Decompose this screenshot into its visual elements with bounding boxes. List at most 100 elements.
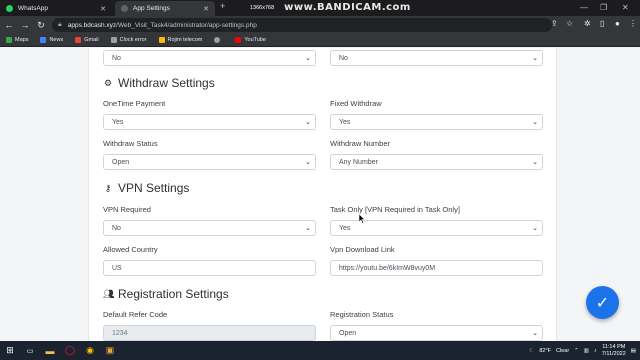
bookmark-gmail[interactable]: Gmail: [75, 37, 99, 43]
browser-tab-strip: WhatsApp ✕ App Settings ✕ + 1366x768 www…: [0, 0, 640, 16]
fixed-withdraw-label: Fixed Withdraw: [330, 99, 382, 108]
vpn-required-label: VPN Required: [103, 205, 151, 214]
windows-start-icon[interactable]: ⊞: [0, 341, 20, 360]
save-button[interactable]: ✓: [586, 286, 619, 319]
onetime-payment-select[interactable]: Yes ⌄: [103, 114, 316, 130]
recording-resolution: 1366x768: [250, 4, 275, 11]
default-refer-code-input[interactable]: 1234: [103, 325, 316, 341]
bookmark-rojim-telecom[interactable]: Rojim telecom: [158, 37, 202, 43]
bookmark-settings[interactable]: [214, 37, 223, 43]
extensions-icon[interactable]: ✲: [584, 19, 591, 28]
gmail-icon: [75, 37, 82, 43]
registration-status-label: Registration Status: [330, 310, 394, 319]
url-path: /Web_Visit_Task4/administrator/app-setti…: [116, 21, 257, 29]
chevron-down-icon: ⌄: [532, 55, 538, 62]
bookmarks-bar: Maps News Gmail Clock error Rojim teleco…: [0, 34, 640, 47]
chevron-down-icon: ⌄: [532, 119, 538, 126]
star-icon[interactable]: ☆: [566, 19, 573, 28]
lock-icon: 🔒︎: [58, 21, 62, 28]
withdraw-status-select[interactable]: Open ⌄: [103, 154, 316, 170]
browser-toolbar: ← → ↻ 🔒︎ apps.bdcash.xyz /Web_Visit_Task…: [0, 16, 640, 34]
share-icon[interactable]: ⇪: [551, 19, 558, 28]
task-only-label: Task Only [VPN Required in Task Only]: [330, 205, 460, 214]
withdraw-settings-heading: ⚙ Withdraw Settings: [103, 76, 215, 90]
back-icon[interactable]: ←: [2, 20, 16, 30]
text-cursor: [359, 214, 365, 224]
news-icon: [40, 37, 47, 43]
withdraw-status-label: Withdraw Status: [103, 139, 158, 148]
bookmark-maps[interactable]: Maps: [6, 37, 28, 43]
system-tray: ☾ 82°F Clear ⌃ ▥ ♪ 11:14 PM 7/11/2022 ▤: [524, 341, 636, 360]
bandicam-icon[interactable]: ▣: [100, 341, 120, 360]
gear-icon: ⚙: [103, 77, 113, 88]
url-domain: apps.bdcash.xyz: [67, 21, 117, 29]
weather-temperature: 82°F: [539, 347, 552, 354]
registration-status-select[interactable]: Open ⌄: [330, 325, 543, 341]
onetime-payment-label: OneTime Payment: [103, 99, 166, 108]
chevron-down-icon: ⌄: [305, 159, 311, 166]
top-right-select[interactable]: No ⌄: [330, 50, 543, 66]
allowed-country-input[interactable]: US: [103, 260, 316, 276]
vpn-download-link-label: Vpn Download Link: [330, 245, 395, 254]
vpn-settings-heading: ⚷ VPN Settings: [104, 181, 190, 195]
maximize-icon[interactable]: ❐: [600, 3, 607, 12]
chevron-down-icon: ⌄: [532, 159, 538, 166]
taskbar-clock[interactable]: 11:14 PM 7/11/2022: [602, 344, 626, 358]
chevron-down-icon: ⌄: [532, 225, 538, 232]
tab-whatsapp[interactable]: WhatsApp ✕: [0, 1, 112, 16]
clock-date: 7/11/2022: [601, 350, 626, 357]
bandicam-watermark: 1366x768 www.BANDICAM.com: [250, 0, 450, 15]
default-refer-code-label: Default Refer Code: [103, 310, 168, 319]
page-icon: [110, 37, 117, 43]
window-close-icon[interactable]: ✕: [622, 3, 629, 12]
bookmark-clock-error[interactable]: Clock error: [110, 37, 147, 43]
bookmark-youtube[interactable]: YouTube: [235, 37, 266, 43]
tab-title: WhatsApp: [18, 5, 48, 12]
top-left-select[interactable]: No ⌄: [103, 50, 316, 66]
weather-description: Clear: [556, 347, 570, 354]
windows-taskbar: ⊞ ▭ ▬ ◯ ◉ ▣ ☾ 82°F Clear ⌃ ▥ ♪ 11:14 PM …: [0, 341, 640, 360]
forward-icon[interactable]: →: [18, 20, 32, 30]
vpn-download-link-input[interactable]: https://youtu.be/6kImW8vuy0M: [330, 260, 543, 276]
minimize-icon[interactable]: —: [580, 3, 588, 12]
allowed-country-label: Allowed Country: [103, 245, 158, 254]
file-explorer-icon[interactable]: ▬: [40, 341, 60, 360]
page-icon: [158, 37, 165, 43]
chevron-down-icon: ⌄: [305, 119, 311, 126]
reload-icon[interactable]: ↻: [34, 20, 48, 31]
youtube-icon: [235, 37, 242, 43]
profile-icon[interactable]: ●: [615, 19, 620, 28]
tab-app-settings[interactable]: App Settings ✕: [115, 1, 215, 16]
whatsapp-icon: [6, 5, 13, 12]
address-bar[interactable]: 🔒︎ apps.bdcash.xyz /Web_Visit_Task4/admi…: [52, 18, 552, 32]
fixed-withdraw-select[interactable]: Yes ⌄: [330, 114, 543, 130]
bandicam-logo: www.BANDICAM.com: [284, 2, 411, 13]
opera-icon[interactable]: ◯: [60, 341, 80, 360]
vpn-required-select[interactable]: No ⌄: [103, 220, 316, 236]
gear-icon: [214, 37, 221, 43]
volume-icon[interactable]: ♪: [594, 348, 597, 354]
task-view-icon[interactable]: ▭: [20, 341, 40, 360]
check-icon: ✓: [595, 294, 610, 312]
clock-time: 11:14 PM: [602, 343, 626, 350]
new-tab-button[interactable]: +: [220, 1, 225, 11]
chrome-icon[interactable]: ◉: [80, 341, 100, 360]
bookmark-news[interactable]: News: [40, 37, 63, 43]
sidebar-icon[interactable]: ▯: [600, 19, 604, 28]
maps-icon: [6, 37, 12, 43]
chevron-down-icon: ⌄: [532, 330, 538, 337]
page-icon: [121, 5, 128, 12]
weather-icon: ☾: [529, 347, 535, 354]
tab-title: App Settings: [133, 5, 170, 12]
network-icon[interactable]: ▥: [584, 348, 589, 354]
close-icon[interactable]: ✕: [203, 5, 209, 13]
notifications-icon[interactable]: ▤: [631, 348, 636, 354]
withdraw-number-select[interactable]: Any Number ⌄: [330, 154, 543, 170]
key-icon: ⚷: [104, 182, 112, 193]
user-plus-icon: 👥︎: [103, 288, 115, 299]
page-viewport: No ⌄ No ⌄ ⚙ Withdraw Settings OneTime Pa…: [0, 48, 640, 341]
menu-icon[interactable]: ⋮: [629, 19, 637, 28]
chevron-up-icon[interactable]: ⌃: [574, 348, 579, 354]
registration-settings-heading: 👥︎ Registration Settings: [103, 287, 229, 301]
close-icon[interactable]: ✕: [100, 5, 106, 13]
